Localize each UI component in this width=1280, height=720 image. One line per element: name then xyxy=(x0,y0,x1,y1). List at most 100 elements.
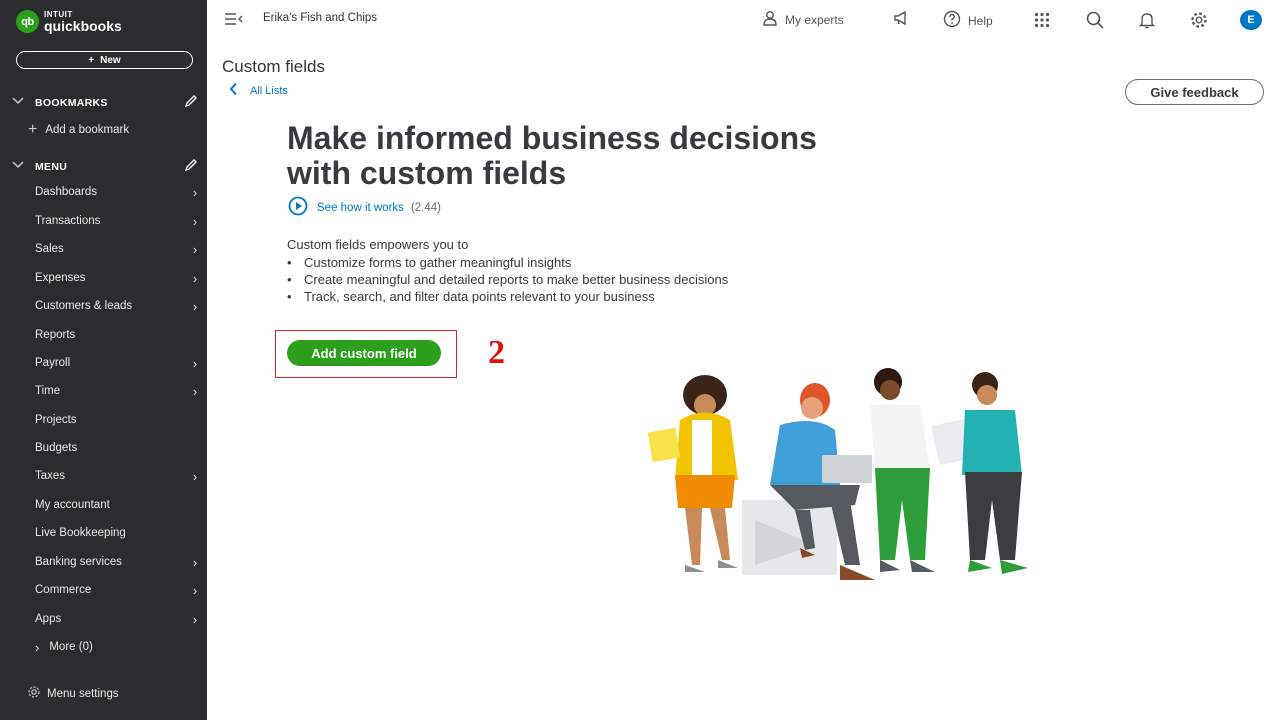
sidebar-item-label: Transactions xyxy=(35,215,101,227)
sidebar-item-payroll[interactable]: Payroll › xyxy=(35,353,200,373)
team-illustration xyxy=(647,368,1028,580)
sidebar-more-label: More (0) xyxy=(49,641,93,653)
sidebar-item-sales[interactable]: Sales › xyxy=(35,239,200,259)
see-how-it-works-link[interactable]: See how it works (2.44) xyxy=(288,196,441,219)
give-feedback-button[interactable]: Give feedback xyxy=(1125,79,1264,105)
list-item: Create meaningful and detailed reports t… xyxy=(287,271,728,288)
sidebar-item-label: Taxes xyxy=(35,470,66,482)
menu-settings-label: Menu settings xyxy=(47,687,119,700)
chevron-right-icon: › xyxy=(192,468,198,484)
menu-section-header[interactable]: MENU xyxy=(12,158,198,175)
apps-grid-icon[interactable] xyxy=(1034,12,1050,28)
sidebar-item-label: Budgets xyxy=(35,442,78,454)
question-circle-icon xyxy=(943,10,961,31)
sidebar-item-label: Customers & leads xyxy=(35,300,133,312)
see-how-it-works-label: See how it works xyxy=(317,201,404,214)
sidebar-item-apps[interactable]: Apps › xyxy=(35,609,200,629)
gear-settings-icon[interactable] xyxy=(1190,11,1208,29)
help-button[interactable]: Help xyxy=(943,10,993,31)
sidebar-item-banking-services[interactable]: Banking services › xyxy=(35,552,200,572)
sidebar-item-projects[interactable]: Projects xyxy=(35,410,200,430)
sidebar-item-label: Time xyxy=(35,385,61,397)
chevron-down-icon xyxy=(12,97,28,108)
bell-notifications-icon[interactable] xyxy=(1139,11,1155,29)
page-title: Custom fields xyxy=(222,57,325,76)
chevron-right-icon: › xyxy=(192,213,198,229)
add-bookmark-item[interactable]: + Add a bookmark xyxy=(28,121,129,139)
sidebar-item-transactions[interactable]: Transactions › xyxy=(35,211,200,231)
person-icon xyxy=(762,10,778,29)
edit-bookmarks-pencil-icon[interactable] xyxy=(184,94,198,111)
page-headline: Make informed business decisions with cu… xyxy=(287,121,927,191)
my-experts-button[interactable]: My experts xyxy=(762,10,844,29)
all-lists-back-link[interactable]: All Lists xyxy=(229,82,288,99)
sidebar-item-label: Reports xyxy=(35,329,76,341)
sidebar-item-reports[interactable]: Reports xyxy=(35,325,200,345)
chevron-right-icon: › xyxy=(192,383,198,399)
quickbooks-logo-mark: qb xyxy=(16,10,39,33)
new-button-label: New xyxy=(100,54,121,66)
sidebar-item-more[interactable]: › More (0) xyxy=(35,637,200,657)
play-circle-icon xyxy=(288,196,308,219)
list-item: Track, search, and filter data points re… xyxy=(287,288,728,305)
bullet-text: Customize forms to gather meaningful ins… xyxy=(304,255,572,270)
sidebar-item-taxes[interactable]: Taxes › xyxy=(35,466,200,486)
chevron-left-icon xyxy=(229,82,238,99)
add-custom-field-button[interactable]: Add custom field xyxy=(287,340,441,366)
help-label: Help xyxy=(968,13,993,28)
company-name[interactable]: Erika's Fish and Chips xyxy=(263,12,377,24)
sidebar-item-label: Banking services xyxy=(35,556,122,568)
sidebar-item-expenses[interactable]: Expenses › xyxy=(35,268,200,288)
chevron-right-icon: › xyxy=(35,639,40,655)
headline-line-2: with custom fields xyxy=(287,155,567,191)
chevron-right-icon: › xyxy=(192,611,198,627)
chevron-right-icon: › xyxy=(192,355,198,371)
chevron-right-icon: › xyxy=(192,582,198,598)
sidebar-item-live-bookkeeping[interactable]: Live Bookkeeping xyxy=(35,523,200,543)
sidebar-item-label: Apps xyxy=(35,613,62,625)
headline-line-1: Make informed business decisions xyxy=(287,120,817,156)
sidebar-item-budgets[interactable]: Budgets xyxy=(35,438,200,458)
new-button[interactable]: + New xyxy=(16,51,193,69)
sidebar-item-customers-leads[interactable]: Customers & leads › xyxy=(35,296,200,316)
quickbooks-logo[interactable]: qb INTUIT quickbooks xyxy=(16,10,122,33)
megaphone-icon[interactable] xyxy=(893,10,911,26)
plus-icon: + xyxy=(88,54,95,66)
chevron-right-icon: › xyxy=(192,298,198,314)
list-item: Customize forms to gather meaningful ins… xyxy=(287,254,728,271)
video-duration: (2.44) xyxy=(410,201,441,214)
sidebar-item-my-accountant[interactable]: My accountant xyxy=(35,495,200,515)
chevron-right-icon: › xyxy=(192,554,198,570)
chevron-right-icon: › xyxy=(192,241,198,257)
all-lists-label: All Lists xyxy=(250,84,288,97)
benefits-list: Customize forms to gather meaningful ins… xyxy=(287,254,728,305)
chevron-right-icon: › xyxy=(192,184,198,200)
logo-brand-bottom: quickbooks xyxy=(44,17,122,34)
search-icon[interactable] xyxy=(1086,11,1104,29)
sidebar-item-time[interactable]: Time › xyxy=(35,381,200,401)
collapse-menu-icon[interactable] xyxy=(224,12,244,31)
sidebar-item-label: Expenses xyxy=(35,272,86,284)
bookmarks-section-header[interactable]: BOOKMARKS xyxy=(12,94,198,111)
sidebar-item-label: Projects xyxy=(35,414,77,426)
bookmarks-title: BOOKMARKS xyxy=(35,96,108,109)
sidebar-item-dashboards[interactable]: Dashboards › xyxy=(35,182,200,202)
bullet-text: Create meaningful and detailed reports t… xyxy=(304,272,729,287)
menu-settings-link[interactable]: Menu settings xyxy=(27,685,119,702)
user-avatar[interactable]: E xyxy=(1240,10,1262,30)
sidebar-item-label: Sales xyxy=(35,243,64,255)
my-experts-label: My experts xyxy=(785,12,844,27)
intro-text: Custom fields empowers you to xyxy=(287,237,469,252)
sidebar-item-label: Commerce xyxy=(35,584,92,596)
chevron-down-icon xyxy=(12,161,28,172)
annotation-step-number: 2 xyxy=(488,334,505,371)
plus-icon: + xyxy=(28,121,38,138)
sidebar-item-commerce[interactable]: Commerce › xyxy=(35,580,200,600)
sidebar-item-label: Live Bookkeeping xyxy=(35,527,126,539)
menu-title: MENU xyxy=(35,160,68,173)
edit-menu-pencil-icon[interactable] xyxy=(184,158,198,175)
bullet-text: Track, search, and filter data points re… xyxy=(304,289,655,304)
sidebar-item-label: Dashboards xyxy=(35,186,98,198)
sidebar-item-label: Payroll xyxy=(35,357,71,369)
top-bar: Erika's Fish and Chips My experts Help E xyxy=(207,0,1280,40)
